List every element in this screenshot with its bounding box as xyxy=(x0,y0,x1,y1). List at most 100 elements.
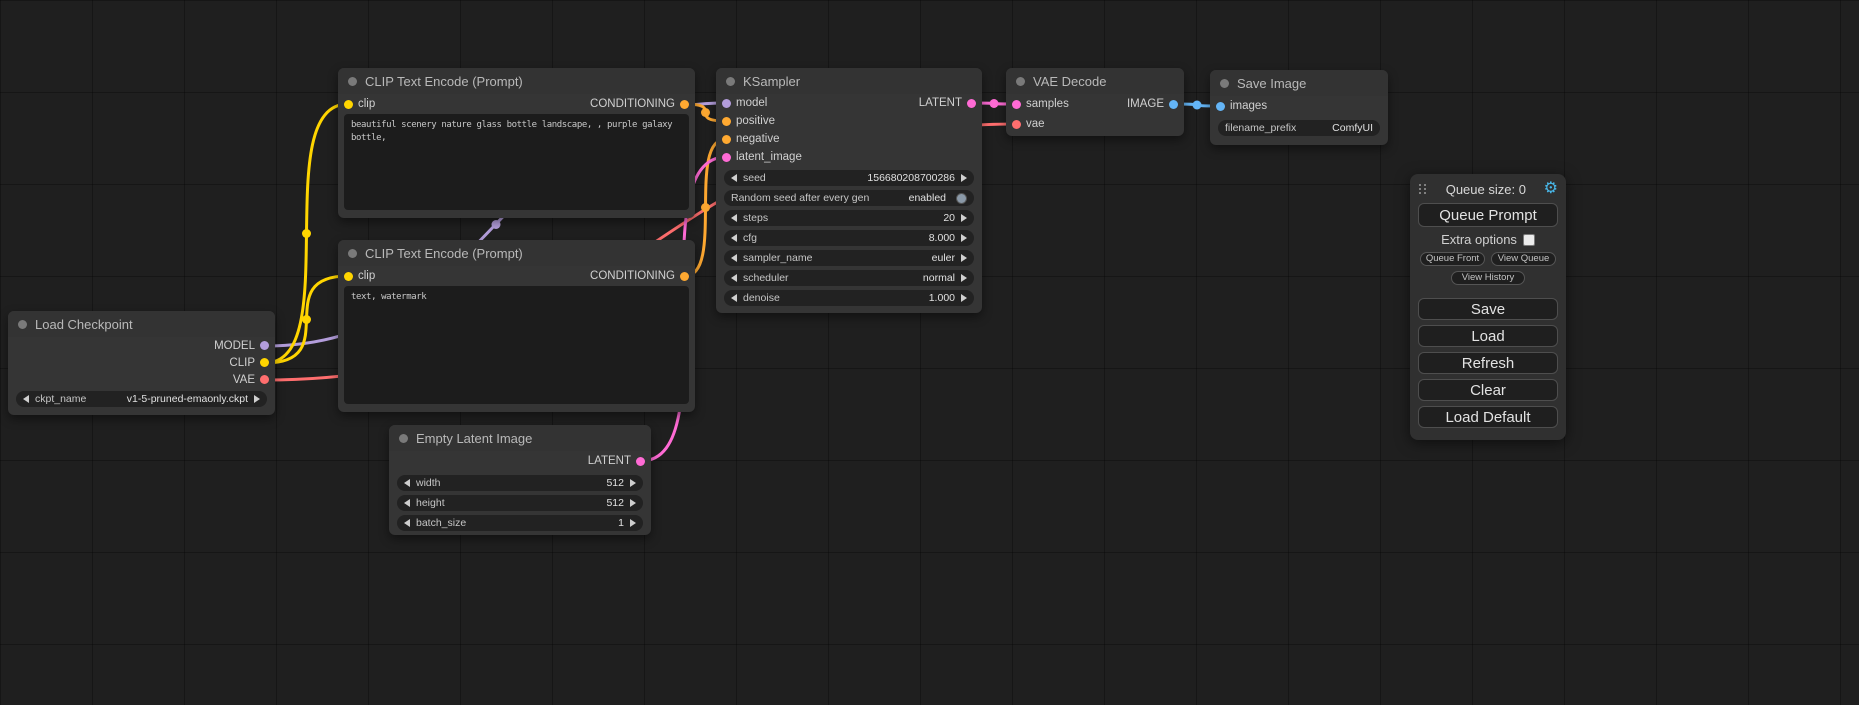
node-vae-decode[interactable]: VAE Decode samples IMAGE vae xyxy=(1006,68,1184,136)
node-title-bar[interactable]: KSampler xyxy=(716,68,982,94)
image-slot-dot-icon[interactable] xyxy=(1216,102,1225,111)
collapse-dot-icon[interactable] xyxy=(348,249,357,258)
node-clip-text-encode-negative[interactable]: CLIP Text Encode (Prompt) clip CONDITION… xyxy=(338,240,695,412)
increment-arrow-icon[interactable] xyxy=(961,274,967,282)
clear-button[interactable]: Clear xyxy=(1418,379,1558,401)
drag-handle-icon[interactable] xyxy=(1418,183,1428,195)
load-button[interactable]: Load xyxy=(1418,325,1558,347)
extra-options-checkbox[interactable] xyxy=(1523,234,1535,246)
collapse-dot-icon[interactable] xyxy=(18,320,27,329)
decrement-arrow-icon[interactable] xyxy=(23,395,29,403)
output-slot-conditioning[interactable]: CONDITIONING xyxy=(590,98,695,110)
input-slot-latent-image[interactable]: latent_image xyxy=(716,151,802,163)
input-slot-positive[interactable]: positive xyxy=(716,115,775,127)
widget-scheduler[interactable]: scheduler normal xyxy=(724,270,974,286)
increment-arrow-icon[interactable] xyxy=(961,254,967,262)
input-slot-images[interactable]: images xyxy=(1210,100,1267,112)
conditioning-slot-dot-icon[interactable] xyxy=(680,272,689,281)
load-default-button[interactable]: Load Default xyxy=(1418,406,1558,428)
output-slot-vae[interactable]: VAE xyxy=(233,374,275,386)
increment-arrow-icon[interactable] xyxy=(961,294,967,302)
prompt-textarea[interactable]: text, watermark xyxy=(344,286,689,404)
input-slot-clip[interactable]: clip xyxy=(338,98,375,110)
widget-cfg[interactable]: cfg 8.000 xyxy=(724,230,974,246)
decrement-arrow-icon[interactable] xyxy=(404,479,410,487)
collapse-dot-icon[interactable] xyxy=(726,77,735,86)
model-slot-dot-icon[interactable] xyxy=(260,341,269,350)
output-slot-model[interactable]: MODEL xyxy=(214,340,275,352)
collapse-dot-icon[interactable] xyxy=(1220,79,1229,88)
latent-slot-dot-icon[interactable] xyxy=(967,99,976,108)
decrement-arrow-icon[interactable] xyxy=(731,214,737,222)
decrement-arrow-icon[interactable] xyxy=(731,254,737,262)
widget-steps[interactable]: steps 20 xyxy=(724,210,974,226)
widget-ckpt-name[interactable]: ckpt_name v1-5-pruned-emaonly.ckpt xyxy=(16,391,267,407)
increment-arrow-icon[interactable] xyxy=(630,519,636,527)
increment-arrow-icon[interactable] xyxy=(961,174,967,182)
input-slot-clip[interactable]: clip xyxy=(338,270,375,282)
decrement-arrow-icon[interactable] xyxy=(731,294,737,302)
queue-front-button[interactable]: Queue Front xyxy=(1420,252,1485,266)
increment-arrow-icon[interactable] xyxy=(630,479,636,487)
node-ksampler[interactable]: KSampler model LATENT positive negative … xyxy=(716,68,982,313)
prompt-textarea[interactable]: beautiful scenery nature glass bottle la… xyxy=(344,114,689,210)
collapse-dot-icon[interactable] xyxy=(399,434,408,443)
output-slot-latent[interactable]: LATENT xyxy=(588,455,651,467)
node-title-bar[interactable]: CLIP Text Encode (Prompt) xyxy=(338,68,695,94)
widget-height[interactable]: height 512 xyxy=(397,495,643,511)
decrement-arrow-icon[interactable] xyxy=(731,274,737,282)
widget-random-seed-toggle[interactable]: Random seed after every gen enabled xyxy=(724,190,974,206)
model-slot-dot-icon[interactable] xyxy=(722,99,731,108)
widget-sampler-name[interactable]: sampler_name euler xyxy=(724,250,974,266)
node-title-bar[interactable]: Save Image xyxy=(1210,70,1388,96)
increment-arrow-icon[interactable] xyxy=(961,234,967,242)
refresh-button[interactable]: Refresh xyxy=(1418,352,1558,374)
conditioning-slot-dot-icon[interactable] xyxy=(722,117,731,126)
node-title-bar[interactable]: Load Checkpoint xyxy=(8,311,275,337)
vae-slot-dot-icon[interactable] xyxy=(260,375,269,384)
decrement-arrow-icon[interactable] xyxy=(404,519,410,527)
toggle-dot-icon[interactable] xyxy=(956,193,967,204)
output-slot-latent[interactable]: LATENT xyxy=(919,97,982,109)
increment-arrow-icon[interactable] xyxy=(254,395,260,403)
node-clip-text-encode-positive[interactable]: CLIP Text Encode (Prompt) clip CONDITION… xyxy=(338,68,695,218)
latent-slot-dot-icon[interactable] xyxy=(1012,100,1021,109)
conditioning-slot-dot-icon[interactable] xyxy=(680,100,689,109)
node-load-checkpoint[interactable]: Load Checkpoint MODEL CLIP VAE ckpt_name… xyxy=(8,311,275,415)
node-empty-latent-image[interactable]: Empty Latent Image LATENT width 512 heig… xyxy=(389,425,651,535)
input-slot-samples[interactable]: samples xyxy=(1006,98,1069,110)
clip-slot-dot-icon[interactable] xyxy=(344,100,353,109)
decrement-arrow-icon[interactable] xyxy=(404,499,410,507)
collapse-dot-icon[interactable] xyxy=(1016,77,1025,86)
decrement-arrow-icon[interactable] xyxy=(731,174,737,182)
view-history-button[interactable]: View History xyxy=(1451,271,1525,285)
save-button[interactable]: Save xyxy=(1418,298,1558,320)
view-queue-button[interactable]: View Queue xyxy=(1491,252,1556,266)
widget-denoise[interactable]: denoise 1.000 xyxy=(724,290,974,306)
increment-arrow-icon[interactable] xyxy=(630,499,636,507)
output-slot-conditioning[interactable]: CONDITIONING xyxy=(590,270,695,282)
input-slot-negative[interactable]: negative xyxy=(716,133,779,145)
widget-seed[interactable]: seed 156680208700286 xyxy=(724,170,974,186)
clip-slot-dot-icon[interactable] xyxy=(344,272,353,281)
clip-slot-dot-icon[interactable] xyxy=(260,358,269,367)
node-title-bar[interactable]: Empty Latent Image xyxy=(389,425,651,451)
node-title-bar[interactable]: CLIP Text Encode (Prompt) xyxy=(338,240,695,266)
node-title-bar[interactable]: VAE Decode xyxy=(1006,68,1184,94)
output-slot-clip[interactable]: CLIP xyxy=(229,357,275,369)
latent-slot-dot-icon[interactable] xyxy=(722,153,731,162)
node-save-image[interactable]: Save Image images filename_prefix ComfyU… xyxy=(1210,70,1388,145)
input-slot-vae[interactable]: vae xyxy=(1006,118,1045,130)
settings-gear-icon[interactable]: ⚙ xyxy=(1544,181,1558,197)
collapse-dot-icon[interactable] xyxy=(348,77,357,86)
widget-width[interactable]: width 512 xyxy=(397,475,643,491)
widget-batch-size[interactable]: batch_size 1 xyxy=(397,515,643,531)
output-slot-image[interactable]: IMAGE xyxy=(1127,98,1184,110)
decrement-arrow-icon[interactable] xyxy=(731,234,737,242)
increment-arrow-icon[interactable] xyxy=(961,214,967,222)
input-slot-model[interactable]: model xyxy=(716,97,767,109)
image-slot-dot-icon[interactable] xyxy=(1169,100,1178,109)
widget-filename-prefix[interactable]: filename_prefix ComfyUI xyxy=(1218,120,1380,136)
vae-slot-dot-icon[interactable] xyxy=(1012,120,1021,129)
latent-slot-dot-icon[interactable] xyxy=(636,457,645,466)
